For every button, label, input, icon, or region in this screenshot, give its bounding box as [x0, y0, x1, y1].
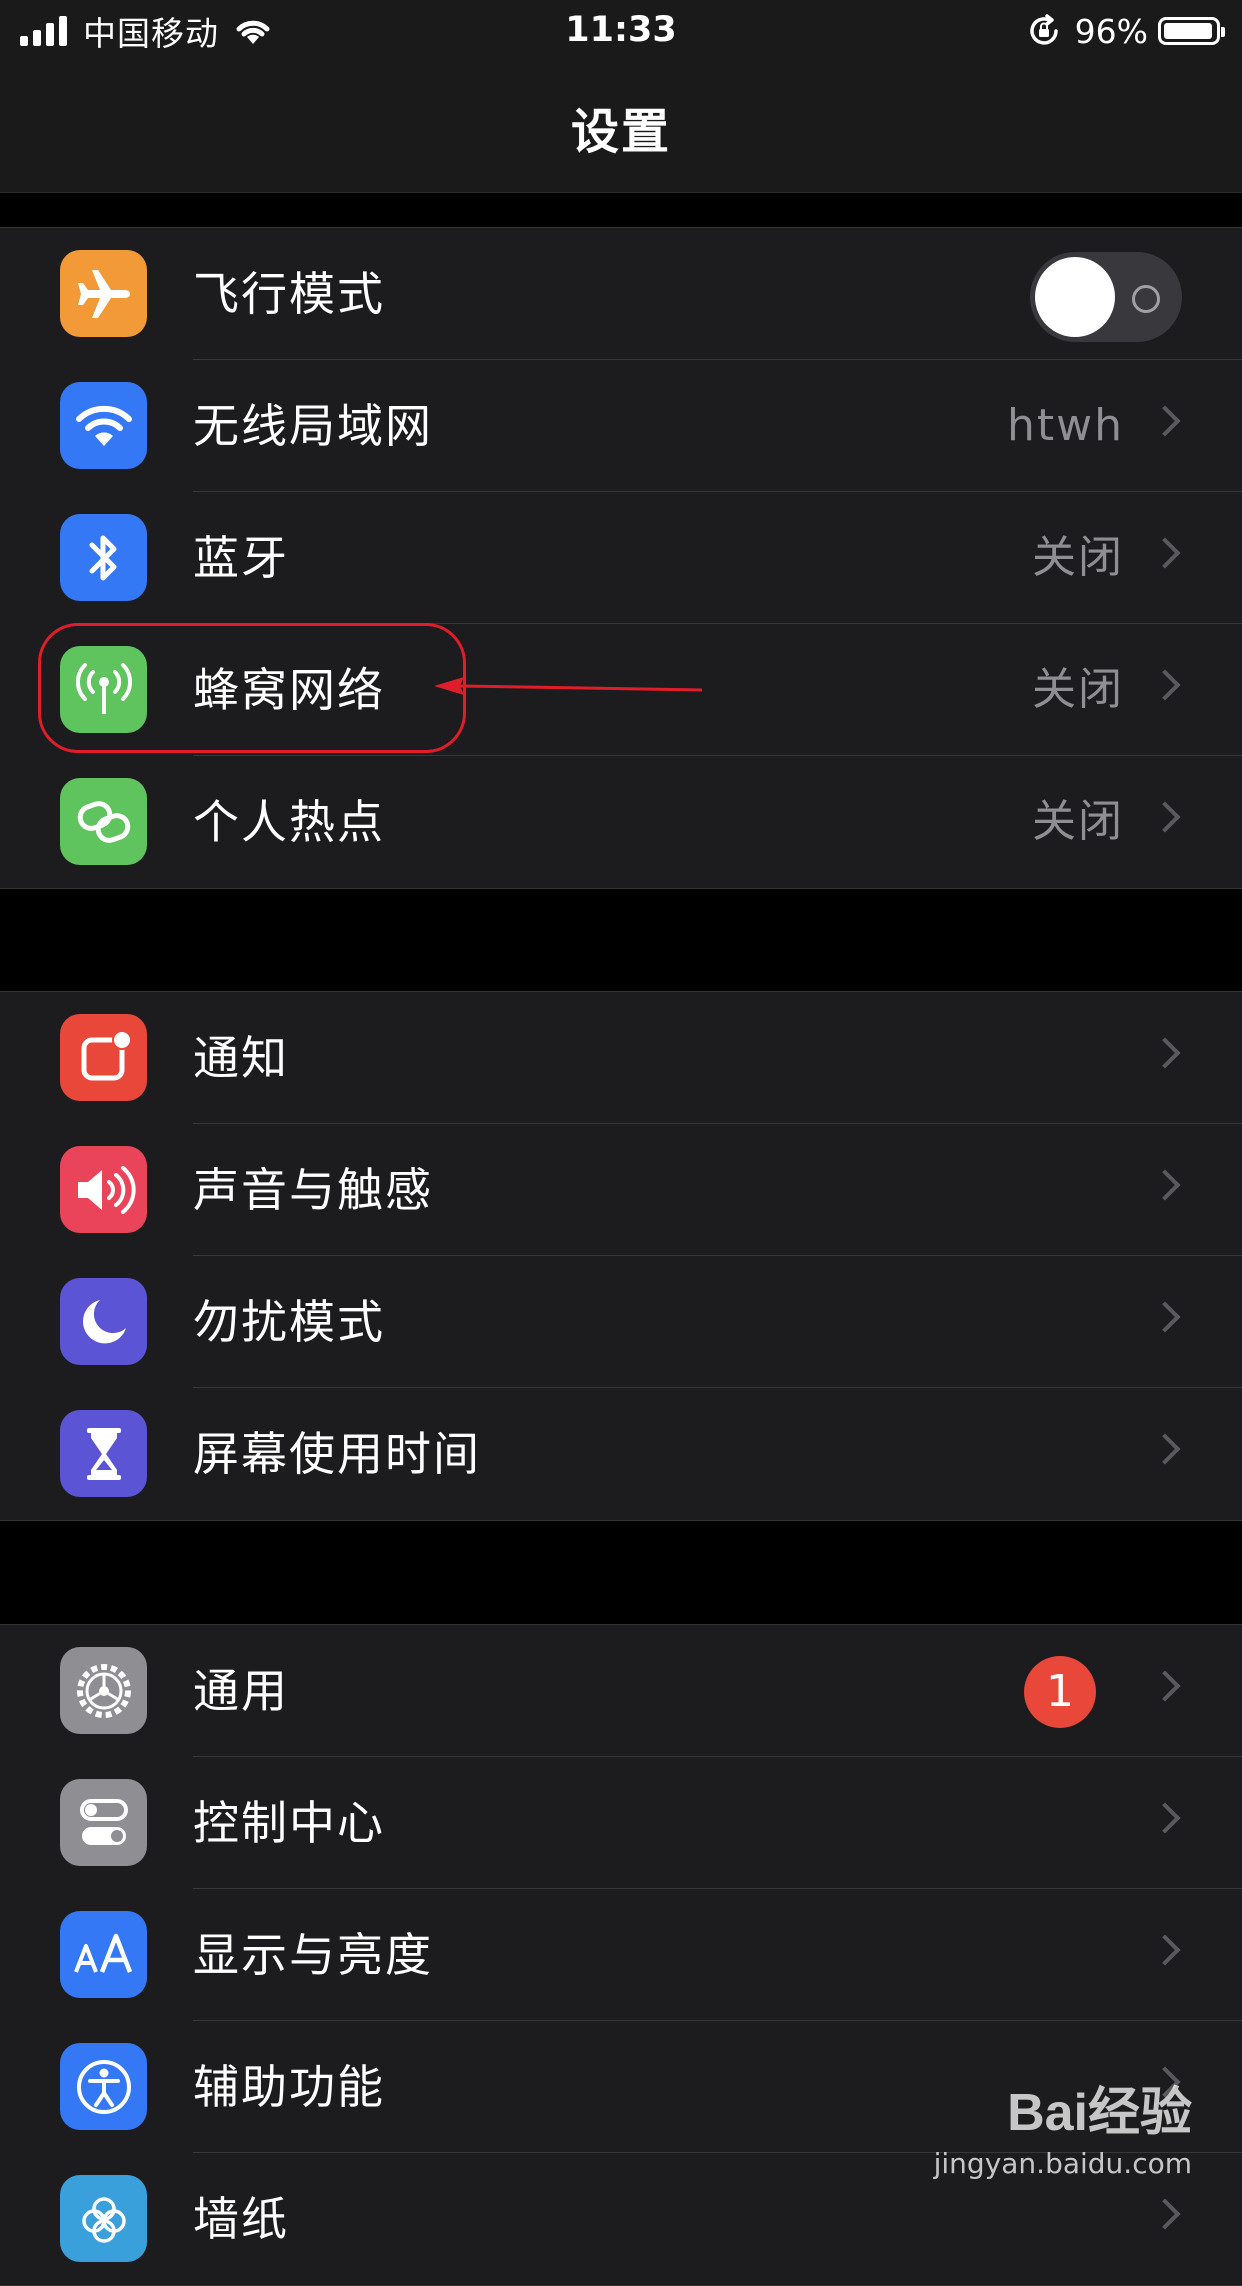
settings-row-value: 关闭 — [1032, 532, 1124, 583]
settings-row-label: 飞行模式 — [193, 267, 385, 321]
settings-row-label: 屏幕使用时间 — [193, 1427, 481, 1481]
update-badge: 1 — [1024, 1656, 1096, 1728]
chevron-right-icon — [1149, 801, 1181, 833]
settings-row-personal-hotspot[interactable]: 个人热点 关闭 — [0, 756, 1242, 888]
chevron-right-icon — [1149, 537, 1181, 569]
text-size-icon — [60, 1911, 147, 1998]
settings-group-connectivity: 飞行模式 无线局域网 htwh 蓝牙 关闭 蜂窝网络 关闭 个人热点 关闭 — [0, 227, 1242, 889]
status-right: 96% — [1027, 8, 1225, 54]
settings-group-notifications: 通知 声音与触感 勿扰模式 屏幕使用时间 — [0, 991, 1242, 1521]
chevron-right-icon — [1149, 1802, 1181, 1834]
chevron-right-icon — [1149, 1169, 1181, 1201]
chevron-right-icon — [1149, 405, 1181, 437]
settings-row-notifications[interactable]: 通知 — [0, 992, 1242, 1124]
navigation-bar: 设置 — [0, 62, 1242, 193]
settings-row-label: 勿扰模式 — [193, 1295, 385, 1349]
highlight-annotation-oval — [38, 623, 466, 753]
settings-row-label: 控制中心 — [193, 1796, 385, 1850]
settings-row-wifi[interactable]: 无线局域网 htwh — [0, 360, 1242, 492]
chevron-right-icon — [1149, 2198, 1181, 2230]
baidu-jingyan-watermark: Bai经验 jingyan.baidu.com — [934, 2070, 1192, 2180]
chevron-right-icon — [1149, 1670, 1181, 1702]
chevron-right-icon — [1149, 1934, 1181, 1966]
settings-row-label: 显示与亮度 — [193, 1928, 433, 1982]
settings-row-airplane-mode[interactable]: 飞行模式 — [0, 228, 1242, 360]
airplane-mode-toggle[interactable] — [1030, 252, 1182, 342]
watermark-url: jingyan.baidu.com — [933, 2147, 1192, 2180]
settings-row-label: 墙纸 — [193, 2192, 289, 2246]
status-bar: 中国移动 11:33 96% — [0, 0, 1242, 62]
orientation-lock-icon — [1029, 14, 1058, 45]
airplane-icon — [60, 250, 147, 337]
chevron-right-icon — [1149, 1301, 1181, 1333]
bluetooth-icon — [60, 514, 147, 601]
hourglass-icon — [60, 1410, 147, 1497]
settings-row-label: 蓝牙 — [193, 531, 289, 585]
settings-row-value: 关闭 — [1032, 796, 1124, 847]
gear-icon — [60, 1647, 147, 1734]
chevron-right-icon — [1149, 1037, 1181, 1069]
hotspot-link-icon — [60, 778, 147, 865]
settings-row-do-not-disturb[interactable]: 勿扰模式 — [0, 1256, 1242, 1388]
settings-row-label: 个人热点 — [193, 795, 385, 849]
notification-icon — [60, 1014, 147, 1101]
moon-icon — [60, 1278, 147, 1365]
wifi-icon — [60, 382, 147, 469]
page-title: 设置 — [570, 104, 671, 160]
wallpaper-icon — [60, 2175, 147, 2262]
settings-row-bluetooth[interactable]: 蓝牙 关闭 — [0, 492, 1242, 624]
settings-row-label: 通知 — [193, 1031, 289, 1085]
chevron-right-icon — [1149, 669, 1181, 701]
settings-row-sounds-haptics[interactable]: 声音与触感 — [0, 1124, 1242, 1256]
settings-row-value: 关闭 — [1032, 664, 1124, 715]
settings-row-label: 辅助功能 — [193, 2060, 385, 2114]
speaker-icon — [60, 1146, 147, 1233]
settings-row-screen-time[interactable]: 屏幕使用时间 — [0, 1388, 1242, 1520]
accessibility-icon — [60, 2043, 147, 2130]
settings-row-display-brightness[interactable]: 显示与亮度 — [0, 1889, 1242, 2021]
settings-row-general[interactable]: 通用 1 — [0, 1625, 1242, 1757]
settings-row-label: 声音与触感 — [193, 1163, 433, 1217]
settings-row-label: 无线局域网 — [193, 399, 433, 453]
chevron-right-icon — [1149, 1433, 1181, 1465]
switches-icon — [60, 1779, 147, 1866]
annotation-arrow-icon — [434, 677, 703, 695]
battery-percentage: 96% — [1074, 11, 1148, 51]
watermark-logo: Bai经验 — [1007, 2084, 1192, 2142]
settings-row-control-center[interactable]: 控制中心 — [0, 1757, 1242, 1889]
settings-row-label: 通用 — [193, 1664, 289, 1718]
settings-row-value: htwh — [1006, 400, 1124, 451]
battery-icon — [1158, 17, 1225, 45]
settings-group-general: 通用 1 控制中心 显示与亮度 辅助功能 墙纸 — [0, 1624, 1242, 2286]
